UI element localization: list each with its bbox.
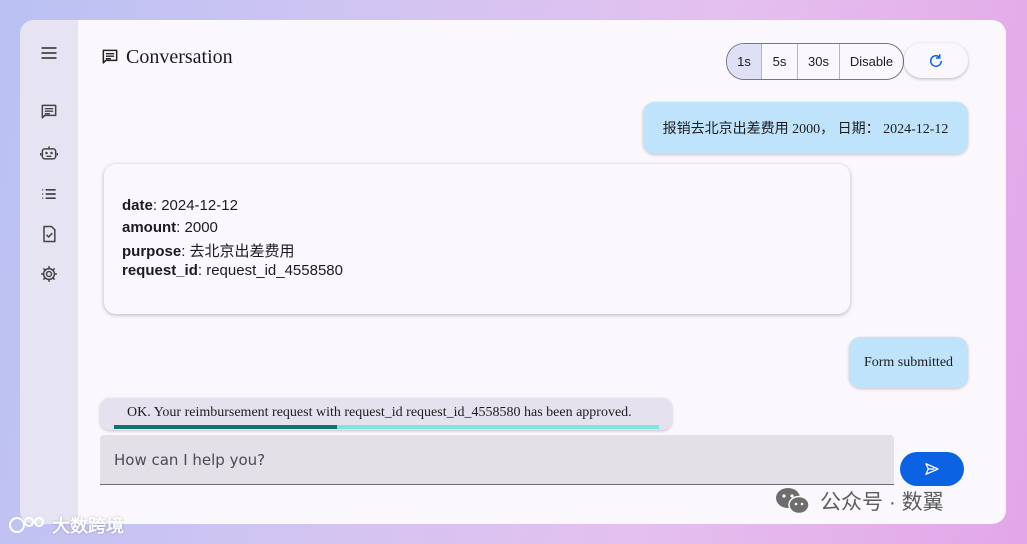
interval-5s[interactable]: 5s <box>761 44 797 79</box>
form-key-amount: amount <box>122 219 177 236</box>
wechat-icon <box>776 488 810 515</box>
chat-icon[interactable] <box>37 100 61 124</box>
send-icon <box>925 463 939 475</box>
user-message: Form submitted <box>849 337 968 388</box>
form-key-request-id: request_id <box>122 262 198 279</box>
interval-disable[interactable]: Disable <box>839 44 903 79</box>
message-input[interactable] <box>100 435 894 484</box>
menu-icon[interactable] <box>37 41 61 65</box>
form-value-date: 2024-12-12 <box>161 197 238 214</box>
form-key-purpose: purpose <box>122 243 182 260</box>
assistant-message: OK. Your reimbursement request with requ… <box>100 398 672 430</box>
assistant-message-text: OK. Your reimbursement request with requ… <box>127 405 632 420</box>
send-button[interactable] <box>900 452 964 486</box>
form-row-request-id: request_id: request_id_4558580 <box>122 262 343 279</box>
form-key-date: date <box>122 197 153 214</box>
watermark-logo-icon <box>9 517 44 533</box>
settings-icon[interactable] <box>37 262 61 286</box>
refresh-interval-toggle: 1s 5s 30s Disable <box>726 43 904 80</box>
form-value-request-id: request_id_4558580 <box>206 262 343 279</box>
robot-icon[interactable] <box>37 141 61 165</box>
watermark-left: 大数跨境 <box>8 512 124 538</box>
nav-rail <box>20 20 78 524</box>
watermark-right-text: 公众号 · 数翼 <box>820 491 944 514</box>
reply-progress-fill <box>114 425 338 429</box>
refresh-button[interactable] <box>904 43 968 78</box>
form-value-purpose: 去北京出差费用 <box>189 243 295 260</box>
composer <box>100 435 894 485</box>
user-message: 报销去北京出差费用 2000， 日期： 2024-12-12 <box>643 102 968 154</box>
page-title-text: Conversation <box>126 45 233 68</box>
user-message-text: 报销去北京出差费用 2000， 日期： 2024-12-12 <box>662 122 949 137</box>
refresh-icon <box>930 53 942 67</box>
task-check-icon[interactable] <box>37 222 61 246</box>
form-row-amount: amount: 2000 <box>122 219 218 236</box>
watermark-left-text: 大数跨境 <box>52 516 124 536</box>
user-message-text: Form submitted <box>863 354 954 370</box>
app-window: Conversation 1s 5s 30s Disable 报销去北京出差费用… <box>20 20 1006 524</box>
form-card: date: 2024-12-12 amount: 2000 purpose: 去… <box>104 164 850 314</box>
interval-30s[interactable]: 30s <box>797 44 839 79</box>
reply-progress-track <box>114 425 659 429</box>
interval-1s[interactable]: 1s <box>727 44 761 79</box>
watermark-right: 公众号 · 数翼 <box>774 486 944 516</box>
list-icon[interactable] <box>37 182 61 206</box>
page-title: Conversation <box>100 44 233 70</box>
chat-icon <box>102 49 118 64</box>
form-row-purpose: purpose: 去北京出差费用 <box>122 243 295 260</box>
form-value-amount: 2000 <box>184 219 218 236</box>
form-row-date: date: 2024-12-12 <box>122 197 238 214</box>
